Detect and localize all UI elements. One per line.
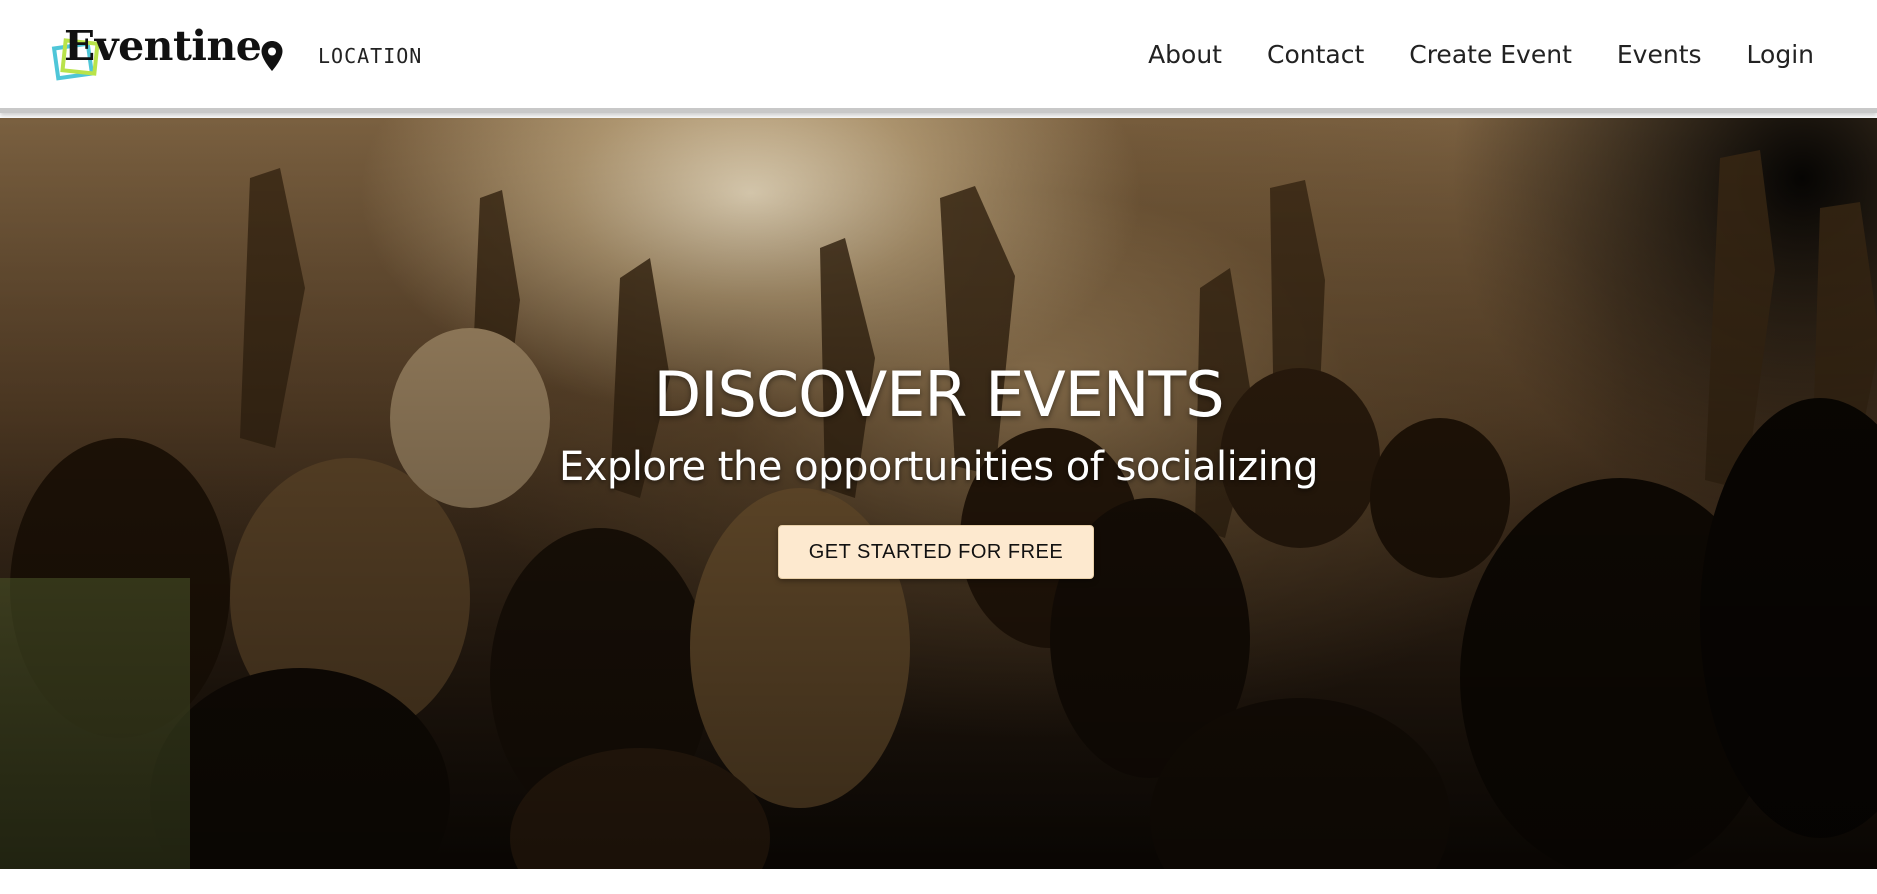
- nav-contact-link[interactable]: Contact: [1267, 36, 1364, 74]
- hero-subtitle: Explore the opportunities of socializing: [558, 444, 1319, 490]
- nav-events-link[interactable]: Events: [1617, 36, 1702, 74]
- nav-about-link[interactable]: About: [1148, 36, 1222, 74]
- map-pin-icon: [261, 41, 283, 71]
- top-navbar: Eventine LOCATION About Contact Create E…: [0, 0, 1877, 113]
- brand-name: Eventine: [64, 22, 262, 70]
- hero-title: DISCOVER EVENTS: [653, 358, 1224, 431]
- location-selector[interactable]: LOCATION: [258, 40, 422, 72]
- hero-banner: DISCOVER EVENTS Explore the opportunitie…: [0, 118, 1877, 869]
- page-bottom-strip: [0, 869, 1877, 894]
- location-label: LOCATION: [318, 44, 423, 68]
- brand-logo[interactable]: Eventine: [50, 24, 262, 84]
- nav-login-link[interactable]: Login: [1747, 36, 1814, 74]
- get-started-button[interactable]: GET STARTED FOR FREE: [778, 525, 1094, 579]
- main-nav: About Contact Create Event Events Login: [1148, 36, 1814, 74]
- nav-create-event-link[interactable]: Create Event: [1409, 36, 1572, 74]
- hero-content: DISCOVER EVENTS Explore the opportunitie…: [0, 118, 1877, 869]
